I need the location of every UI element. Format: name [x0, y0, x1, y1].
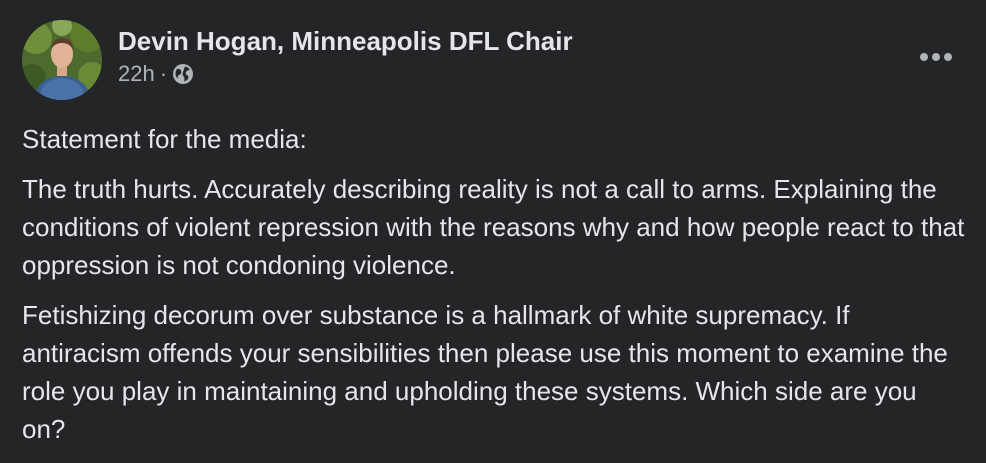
author-block: Devin Hogan, Minneapolis DFL Chair 22h ·	[118, 26, 573, 86]
profile-photo	[22, 20, 102, 100]
facebook-post: Devin Hogan, Minneapolis DFL Chair 22h ·	[0, 0, 986, 463]
globe-icon[interactable]	[172, 63, 194, 85]
post-meta: 22h ·	[118, 62, 573, 86]
author-name[interactable]: Devin Hogan, Minneapolis DFL Chair	[118, 26, 573, 56]
post-header: Devin Hogan, Minneapolis DFL Chair 22h ·	[22, 20, 956, 100]
meta-separator: ·	[159, 61, 168, 86]
post-paragraph-1: Statement for the media:	[22, 124, 307, 154]
post-paragraph-2: The truth hurts. Accurately describing r…	[22, 174, 965, 280]
post-timestamp[interactable]: 22h	[118, 62, 155, 86]
more-options-icon	[920, 53, 952, 61]
post-body: Statement for the media: The truth hurts…	[22, 120, 966, 460]
post-paragraph-3: Fetishizing decorum over substance is a …	[22, 300, 948, 444]
avatar[interactable]	[22, 20, 102, 100]
more-options-button[interactable]	[916, 42, 956, 72]
